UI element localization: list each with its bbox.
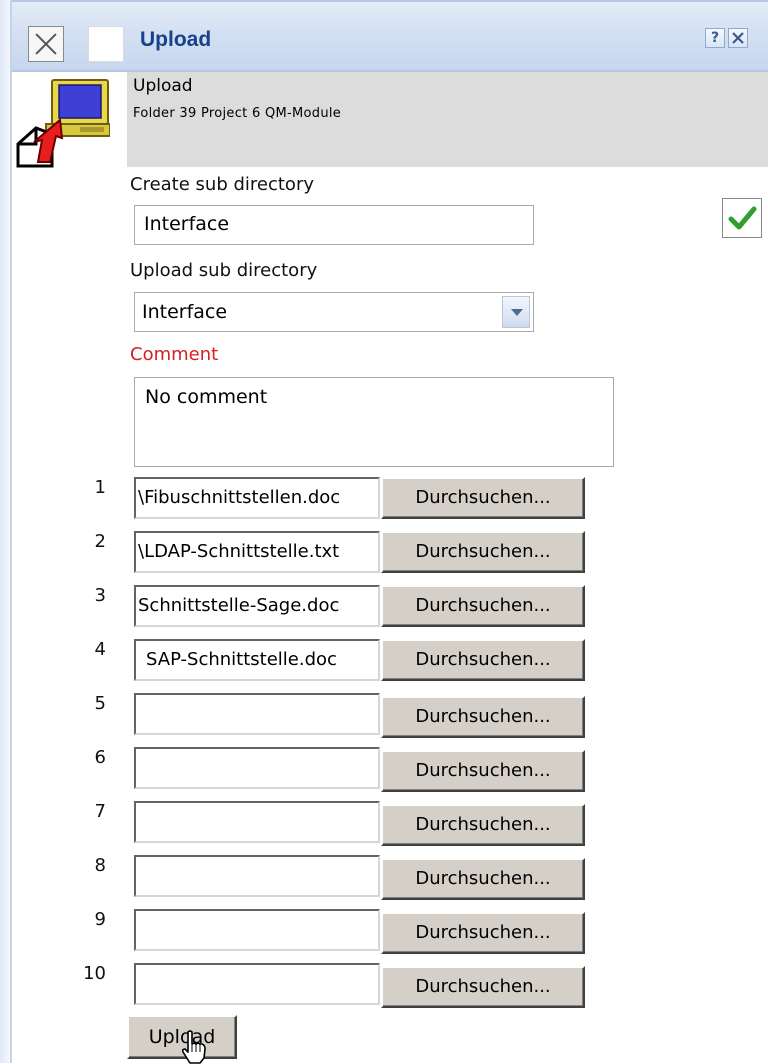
upload-sub-directory-label: Upload sub directory [130,260,318,281]
browse-button-10[interactable]: Durchsuchen... [381,966,585,1008]
file-input-5[interactable] [134,693,380,735]
row-number: 10 [83,963,106,984]
comment-label: Comment [130,344,219,365]
file-input-9[interactable] [134,909,380,951]
close-window-icon[interactable] [728,28,748,48]
header-title: Upload [133,76,193,96]
upload-header: Upload Folder 39 Project 6 QM-Module [127,72,768,167]
row-number: 5 [94,693,106,714]
row-number: 7 [94,801,106,822]
close-icon[interactable] [28,26,64,62]
row-number: 8 [94,855,106,876]
file-input-6[interactable] [134,747,380,789]
upload-sub-directory-value: Interface [142,301,228,323]
blank-tab-icon[interactable] [88,26,124,62]
file-input-7[interactable] [134,801,380,843]
window-left-border [0,0,12,1063]
help-icon[interactable]: ? [705,28,725,48]
file-input-10[interactable] [134,963,380,1005]
browse-button-5[interactable]: Durchsuchen... [381,696,585,738]
row-number: 9 [94,909,106,930]
chevron-down-icon[interactable] [502,296,530,328]
row-number: 4 [94,639,106,660]
create-sub-directory-input[interactable]: Interface [134,205,534,245]
checkmark-icon [728,206,757,230]
upload-computer-icon [16,79,110,168]
file-input-1[interactable]: \Fibuschnittstellen.doc [134,477,380,519]
upload-sub-directory-select[interactable]: Interface [134,292,534,332]
browse-button-4[interactable]: Durchsuchen... [381,639,585,681]
confirm-check-button[interactable] [722,198,762,238]
file-input-8[interactable] [134,855,380,897]
file-input-2[interactable]: \LDAP-Schnittstelle.txt [134,531,380,573]
row-number: 1 [94,477,106,498]
window-titlebar: Upload ? [12,0,768,72]
browse-button-3[interactable]: Durchsuchen... [381,585,585,627]
file-input-3[interactable]: Schnittstelle-Sage.doc [134,585,380,627]
browse-button-7[interactable]: Durchsuchen... [381,804,585,846]
row-number: 3 [94,585,106,606]
browse-button-1[interactable]: Durchsuchen... [381,477,585,519]
window-title: Upload [140,28,212,51]
row-number: 6 [94,747,106,768]
browse-button-6[interactable]: Durchsuchen... [381,750,585,792]
row-number: 2 [94,531,106,552]
file-input-4[interactable]: SAP-Schnittstelle.doc [134,639,380,681]
comment-textarea[interactable]: No comment [134,377,614,467]
hand-cursor-icon [181,1030,206,1064]
browse-button-8[interactable]: Durchsuchen... [381,858,585,900]
browse-button-9[interactable]: Durchsuchen... [381,912,585,954]
folder-path: Folder 39 Project 6 QM-Module [133,106,342,121]
create-sub-directory-label: Create sub directory [130,174,314,195]
browse-button-2[interactable]: Durchsuchen... [381,531,585,573]
